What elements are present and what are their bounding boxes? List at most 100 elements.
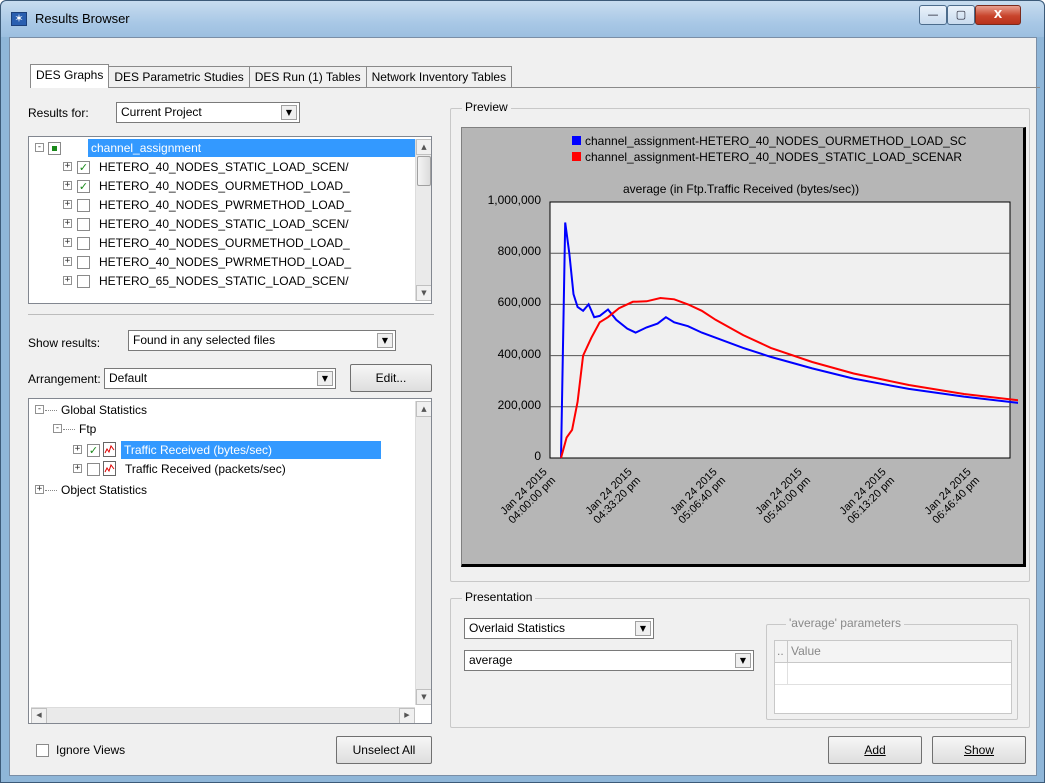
x-tick-label: Jan 24 2015 04:00:00 pm [498, 466, 559, 527]
show-results-dropdown[interactable]: Found in any selected files ▼ [128, 330, 396, 351]
app-icon: ✶ [11, 12, 27, 26]
scroll-left-icon[interactable]: ◀ [31, 708, 47, 723]
tab-des-run-tables[interactable]: DES Run (1) Tables [248, 66, 367, 88]
tree-row-file[interactable]: + HETERO_40_NODES_PWRMETHOD_LOAD_ [33, 253, 423, 272]
checkbox-unchecked[interactable] [77, 237, 90, 250]
file-label: HETERO_40_NODES_OURMETHOD_LOAD_ [99, 236, 350, 250]
title-bar[interactable]: ✶ Results Browser — ▢ X [1, 1, 1044, 37]
file-label: HETERO_40_NODES_PWRMETHOD_LOAD_ [99, 255, 352, 269]
tree-row-object-statistics[interactable]: + Object Statistics [33, 481, 413, 500]
tree-row-ftp[interactable]: - Ftp [33, 420, 413, 439]
close-button[interactable]: X [975, 5, 1021, 25]
statistic-filter-value: average [469, 653, 513, 667]
collapse-icon[interactable]: - [35, 143, 44, 152]
stat-packets-label: Traffic Received (packets/sec) [125, 462, 286, 476]
x-tick-label: Jan 24 2015 06:13:20 pm [837, 466, 898, 527]
legend-label: channel_assignment-HETERO_40_NODES_STATI… [585, 150, 963, 164]
results-for-value: Current Project [121, 105, 202, 119]
checkbox-checked[interactable]: ✓ [77, 161, 90, 174]
average-parameters-table[interactable]: .. Value [774, 640, 1012, 714]
legend-item: channel_assignment-HETERO_40_NODES_STATI… [572, 150, 962, 164]
chevron-down-icon[interactable]: ▼ [281, 105, 297, 120]
chevron-down-icon[interactable]: ▼ [735, 653, 751, 668]
files-tree[interactable]: - channel_assignment + ✓ HETERO_40_NODES… [28, 136, 432, 304]
add-button-label: Add [864, 743, 886, 757]
scroll-thumb[interactable] [417, 156, 431, 186]
stats-tree-vscroll[interactable]: ▲ ▼ [415, 401, 431, 705]
collapse-icon[interactable]: - [35, 405, 44, 414]
tree-row-file[interactable]: + HETERO_40_NODES_PWRMETHOD_LOAD_ [33, 196, 423, 215]
files-tree-scrollbar[interactable]: ▲ ▼ [415, 139, 431, 301]
splitter[interactable] [28, 314, 434, 315]
y-tick-label: 600,000 [497, 295, 541, 309]
results-for-label: Results for: [28, 106, 89, 120]
table-row[interactable] [775, 663, 1011, 685]
file-label: HETERO_40_NODES_OURMETHOD_LOAD_ [99, 179, 350, 193]
chevron-down-icon[interactable]: ▼ [377, 333, 393, 348]
legend-swatch-blue [572, 136, 581, 145]
chevron-down-icon[interactable]: ▼ [317, 371, 333, 386]
checkbox-unchecked[interactable] [77, 275, 90, 288]
scroll-up-icon[interactable]: ▲ [416, 401, 431, 417]
checkbox-unchecked[interactable] [87, 463, 100, 476]
global-statistics-label: Global Statistics [61, 403, 148, 417]
x-tick-label: Jan 24 2015 04:33:20 pm [583, 466, 644, 527]
tab-des-graphs[interactable]: DES Graphs [30, 64, 110, 88]
scroll-right-icon[interactable]: ▶ [399, 708, 415, 723]
results-for-dropdown[interactable]: Current Project ▼ [116, 102, 300, 123]
tab-des-parametric-studies[interactable]: DES Parametric Studies [108, 66, 250, 88]
x-tick-label: Jan 24 2015 05:40:00 pm [753, 466, 814, 527]
statistic-filter-dropdown[interactable]: average ▼ [464, 650, 754, 671]
x-tick-label: Jan 24 2015 06:46:40 pm [922, 466, 983, 527]
checkbox-unchecked[interactable] [77, 199, 90, 212]
ignore-views-checkbox[interactable] [36, 744, 49, 757]
checkbox-unchecked[interactable] [77, 218, 90, 231]
y-tick-label: 200,000 [497, 398, 541, 412]
file-label: HETERO_40_NODES_STATIC_LOAD_SCEN/ [99, 217, 349, 231]
statistics-tree[interactable]: - Global Statistics - Ftp + ✓ Traffic Re… [28, 398, 432, 724]
tree-row-file[interactable]: + HETERO_65_NODES_STATIC_LOAD_SCEN/ [33, 272, 423, 291]
preview-group-title: Preview [462, 100, 511, 114]
partial-check-icon[interactable] [48, 142, 61, 155]
tree-row-file[interactable]: + HETERO_40_NODES_OURMETHOD_LOAD_ [33, 234, 423, 253]
y-tick-label: 0 [534, 449, 541, 463]
scroll-down-icon[interactable]: ▼ [416, 689, 431, 705]
file-label: HETERO_65_NODES_STATIC_LOAD_SCEN/ [99, 274, 349, 288]
legend-label: channel_assignment-HETERO_40_NODES_OURME… [585, 134, 967, 148]
chevron-down-icon[interactable]: ▼ [635, 621, 651, 636]
edit-button[interactable]: Edit... [350, 364, 432, 392]
ignore-views-label: Ignore Views [56, 743, 126, 757]
tree-row-file[interactable]: + HETERO_40_NODES_STATIC_LOAD_SCEN/ [33, 215, 423, 234]
window-title: Results Browser [35, 11, 130, 26]
tree-row-stat[interactable]: + Traffic Received (packets/sec) [33, 460, 415, 479]
tree-row-stat[interactable]: + ✓ Traffic Received (bytes/sec) [33, 441, 415, 460]
scroll-up-icon[interactable]: ▲ [416, 139, 431, 155]
tree-row-file[interactable]: + ✓ HETERO_40_NODES_STATIC_LOAD_SCEN/ [33, 158, 423, 177]
statistic-graph-icon [103, 442, 116, 457]
checkbox-unchecked[interactable] [77, 256, 90, 269]
stats-tree-hscroll[interactable]: ◀ ▶ [31, 707, 415, 723]
presentation-mode-dropdown[interactable]: Overlaid Statistics ▼ [464, 618, 654, 639]
column-header-index: .. [777, 644, 784, 658]
x-tick-label: Jan 24 2015 05:06:40 pm [668, 466, 729, 527]
minimize-button[interactable]: — [919, 5, 947, 25]
tab-network-inventory-tables[interactable]: Network Inventory Tables [365, 66, 513, 88]
checkbox-checked[interactable]: ✓ [87, 444, 100, 457]
tree-row-global-statistics[interactable]: - Global Statistics [33, 401, 413, 420]
maximize-button[interactable]: ▢ [947, 5, 975, 25]
unselect-all-button[interactable]: Unselect All [336, 736, 432, 764]
arrangement-label: Arrangement: [28, 372, 101, 386]
checkbox-checked[interactable]: ✓ [77, 180, 90, 193]
legend-item: channel_assignment-HETERO_40_NODES_OURME… [572, 134, 966, 148]
scroll-down-icon[interactable]: ▼ [416, 285, 431, 301]
tree-row-root[interactable]: - channel_assignment [33, 139, 431, 158]
show-button[interactable]: Show [932, 736, 1026, 764]
expand-icon[interactable]: + [35, 485, 44, 494]
preview-chart-panel[interactable]: channel_assignment-HETERO_40_NODES_OURME… [461, 127, 1026, 567]
presentation-mode-value: Overlaid Statistics [469, 621, 566, 635]
arrangement-dropdown[interactable]: Default ▼ [104, 368, 336, 389]
add-button[interactable]: Add [828, 736, 922, 764]
y-tick-label: 1,000,000 [487, 193, 541, 207]
collapse-icon[interactable]: - [53, 424, 62, 433]
tree-row-file[interactable]: + ✓ HETERO_40_NODES_OURMETHOD_LOAD_ [33, 177, 423, 196]
